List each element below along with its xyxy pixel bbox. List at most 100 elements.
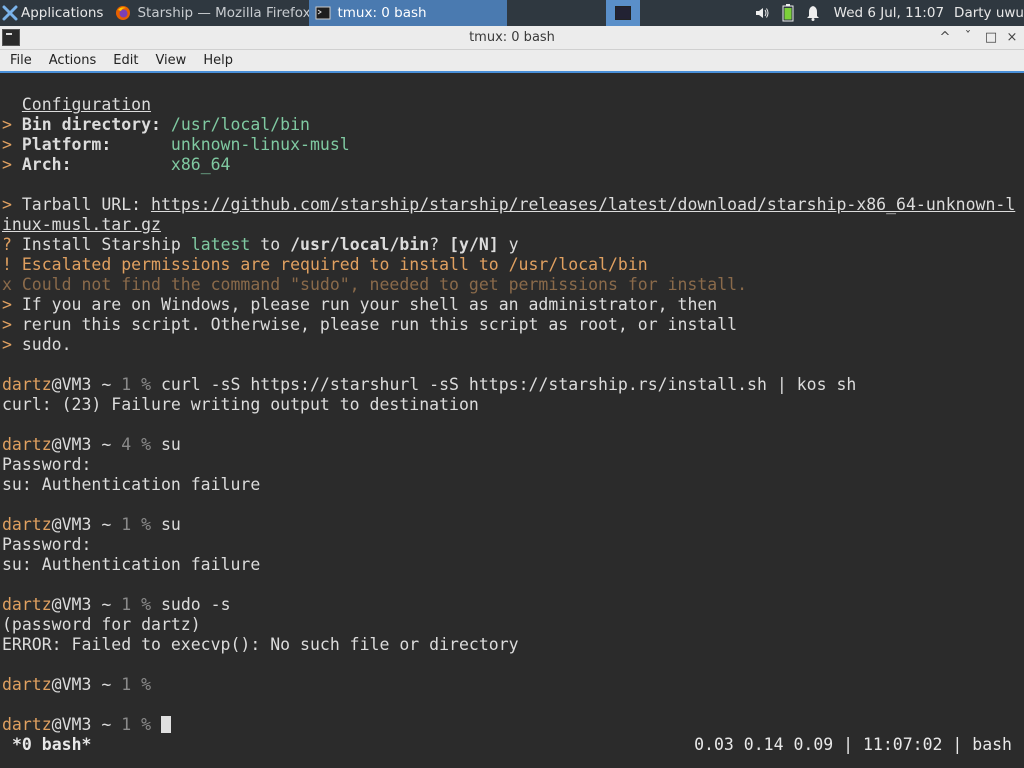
terminal-text: ?	[2, 235, 22, 254]
terminal-text: to	[250, 235, 291, 254]
terminal-text: /usr/local/bin	[170, 115, 310, 134]
terminal-text: Install Starship	[21, 235, 191, 254]
terminal-text: >	[2, 155, 22, 174]
applications-menu-button[interactable]: Applications	[0, 0, 109, 26]
terminal-line: Password:	[2, 535, 91, 555]
taskbar-item-tmux[interactable]: tmux: 0 bash	[309, 0, 508, 26]
menu-file[interactable]: File	[3, 53, 39, 68]
terminal-line: curl: (23) Failure writing output to des…	[2, 395, 479, 415]
terminal-line: dartz@VM3 ~ 4 % su	[2, 435, 181, 455]
window-menu-icon[interactable]	[2, 29, 20, 46]
terminal-text: @VM3 ~	[51, 715, 122, 734]
notification-bell-icon[interactable]	[806, 5, 820, 21]
menu-view[interactable]: View	[148, 53, 193, 68]
minimize-button[interactable]: ^	[935, 28, 955, 48]
terminal-text: sudo -s	[151, 595, 231, 614]
terminal-icon	[614, 6, 631, 20]
terminal-text: curl -sS https://starshurl -sS https://s…	[151, 375, 857, 394]
terminal-text: [y/N]	[449, 235, 499, 254]
terminal-line: dartz@VM3 ~ 1 %	[2, 715, 171, 735]
terminal-text: y	[498, 235, 519, 254]
terminal-text: >	[2, 315, 22, 334]
terminal-text: >	[2, 135, 22, 154]
firefox-icon	[116, 6, 131, 20]
terminal-line: dartz@VM3 ~ 1 %	[2, 675, 151, 695]
menu-actions[interactable]: Actions	[42, 53, 104, 68]
maximize-button[interactable]: ˇ	[958, 28, 978, 48]
terminal-text: 1 %	[121, 675, 152, 694]
terminal-text: >	[2, 195, 22, 214]
terminal-text: 1 %	[121, 595, 152, 614]
terminal-text: ERROR: Failed to execvp(): No such file …	[2, 635, 519, 654]
taskbar-item-label: tmux: 0 bash	[337, 5, 427, 21]
user-menu[interactable]: Darty uwu	[954, 5, 1024, 21]
terminal-text: inux-musl.tar.gz	[2, 215, 161, 234]
terminal-text: x86_64	[170, 155, 231, 174]
terminal-line: su: Authentication failure	[2, 475, 260, 495]
terminal-text: x Could not find the command "sudo", nee…	[2, 275, 748, 294]
terminal-line: > If you are on Windows, please run your…	[2, 295, 717, 315]
terminal-text: dartz	[2, 595, 52, 614]
terminal-text: Password:	[2, 455, 92, 474]
terminal-line: dartz@VM3 ~ 1 % curl -sS https://starshu…	[2, 375, 856, 395]
applications-label: Applications	[21, 5, 104, 21]
terminal-text: @VM3 ~	[51, 375, 122, 394]
terminal-text: Platform:	[21, 135, 112, 154]
terminal-text: Configuration	[21, 95, 152, 114]
terminal-text: su	[151, 515, 181, 534]
terminal-text: 1 %	[121, 375, 152, 394]
taskbar-item-label: Starship — Mozilla Firefox	[137, 5, 310, 21]
terminal-line: x Could not find the command "sudo", nee…	[2, 275, 747, 295]
terminal-cursor	[160, 716, 171, 733]
terminal-text: >	[2, 295, 22, 314]
terminal-line: ? Install Starship latest to /usr/local/…	[2, 235, 519, 255]
window-title: tmux: 0 bash	[469, 30, 555, 45]
terminal-text: Password:	[2, 535, 92, 554]
terminal-line: ERROR: Failed to execvp(): No such file …	[2, 635, 519, 655]
terminal-text: su	[151, 435, 181, 454]
terminal-line: Password:	[2, 455, 91, 475]
terminal-text: ?	[429, 235, 450, 254]
terminal-line: dartz@VM3 ~ 1 % su	[2, 515, 181, 535]
terminal-text: dartz	[2, 435, 52, 454]
menu-edit[interactable]: Edit	[106, 53, 145, 68]
terminal-text: @VM3 ~	[51, 675, 122, 694]
terminal-text: >	[2, 115, 22, 134]
terminal-line: Configuration	[2, 95, 151, 115]
window-titlebar[interactable]: tmux: 0 bash ^ ˇ □ ×	[0, 26, 1024, 50]
close-button[interactable]: ×	[1002, 28, 1022, 48]
terminal-output[interactable]: Configuration > Bin directory: /usr/local…	[0, 75, 1024, 768]
menu-help[interactable]: Help	[196, 53, 240, 68]
terminal-text: Arch:	[21, 155, 72, 174]
terminal-text: >	[2, 335, 22, 354]
tmux-status-bar: *0 bash* 0.03 0.14 0.09 | 11:07:02 | bas…	[0, 733, 1024, 757]
terminal-text: sudo.	[21, 335, 72, 354]
terminal-text: unknown-linux-musl	[170, 135, 350, 154]
tmux-window-indicator[interactable]: *0 bash*	[12, 735, 91, 754]
terminal-text: dartz	[2, 375, 52, 394]
terminal-launcher-button[interactable]	[605, 0, 640, 26]
terminal-text: 1 %	[121, 515, 152, 534]
restore-button[interactable]: □	[981, 28, 1001, 48]
taskbar-item-firefox[interactable]: Starship — Mozilla Firefox	[109, 0, 309, 26]
terminal-text: 4 %	[121, 435, 152, 454]
terminal-text: If you are on Windows, please run your s…	[21, 295, 718, 314]
terminal-line: (password for dartz)	[2, 615, 201, 635]
terminal-line: su: Authentication failure	[2, 555, 260, 575]
volume-icon[interactable]	[754, 5, 770, 21]
terminal-text: su: Authentication failure	[2, 555, 261, 574]
terminal-line: > Arch: x86_64	[2, 155, 231, 175]
battery-icon[interactable]	[782, 4, 794, 22]
terminal-line: > rerun this script. Otherwise, please r…	[2, 315, 737, 335]
terminal-line: > Platform: unknown-linux-musl	[2, 135, 350, 155]
terminal-icon	[315, 6, 331, 20]
clock[interactable]: Wed 6 Jul, 11:07	[834, 5, 944, 21]
terminal-text: Bin directory:	[21, 115, 161, 134]
tmux-status-right: 0.03 0.14 0.09 | 11:07:02 | bash	[694, 735, 1012, 754]
terminal-text: 1 %	[121, 715, 152, 734]
menubar: File Actions Edit View Help	[0, 50, 1024, 73]
